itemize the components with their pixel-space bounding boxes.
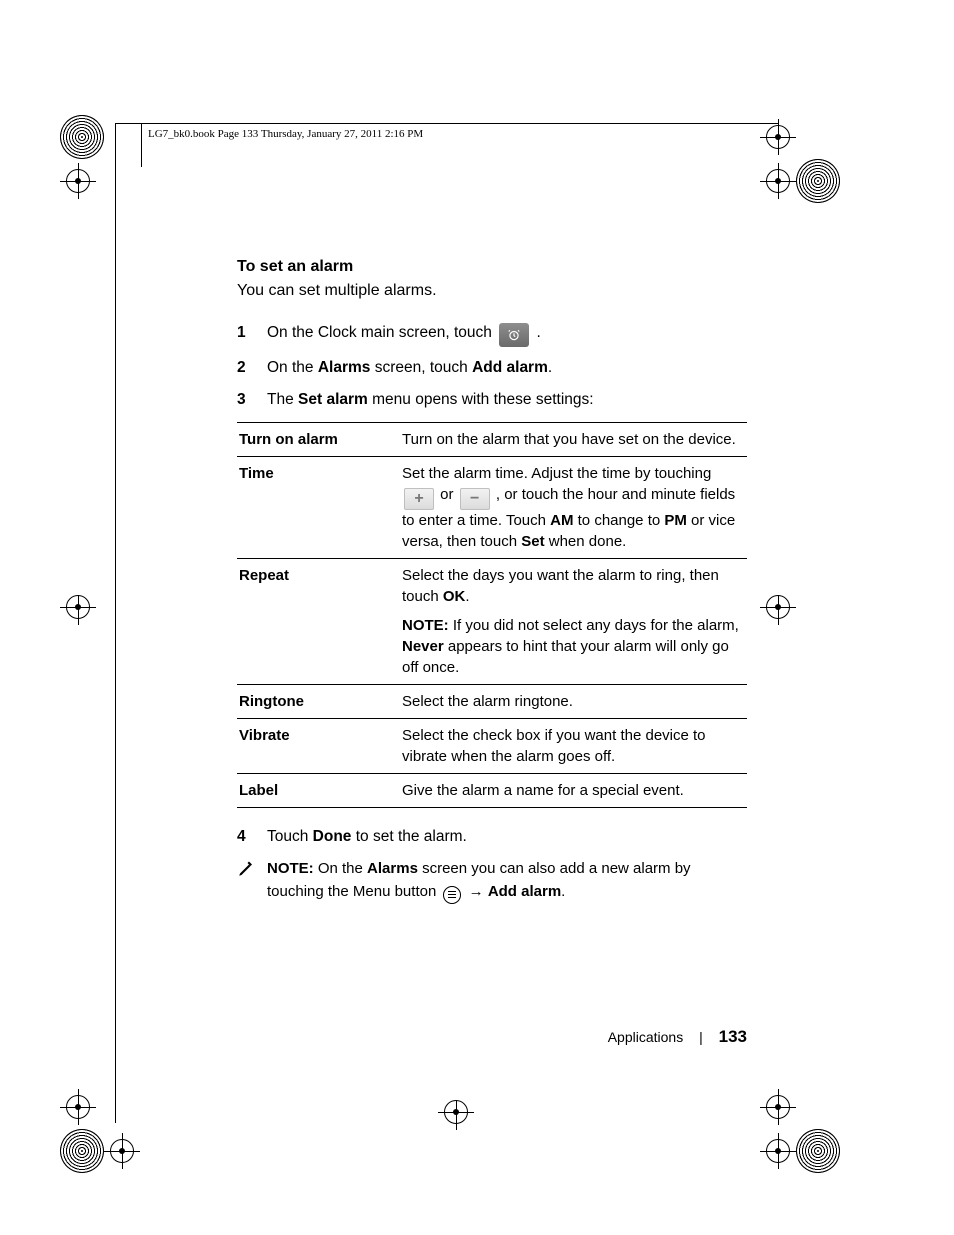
minus-icon: −	[460, 488, 490, 510]
step-text-bold: Add alarm	[472, 359, 548, 376]
header-rule	[115, 123, 779, 124]
step-text: screen, touch	[370, 359, 472, 376]
setting-label: Time	[237, 456, 400, 558]
setting-text: when done.	[545, 533, 627, 550]
crop-mark	[60, 1085, 140, 1173]
step-text-bold: Done	[313, 828, 352, 845]
note-text-bold: Add alarm	[488, 883, 561, 900]
setting-label: Vibrate	[237, 718, 400, 773]
setting-desc: Select the check box if you want the dev…	[400, 718, 747, 773]
table-row: Repeat Select the days you want the alar…	[237, 558, 747, 684]
note-text: On the	[314, 860, 367, 877]
step-2: 2 On the Alarms screen, touch Add alarm.	[237, 357, 747, 379]
step-text: .	[536, 324, 540, 341]
note-text: appears to hint that your alarm will onl…	[402, 638, 729, 676]
step-4: 4 Touch Done to set the alarm.	[237, 826, 747, 848]
step-text: .	[548, 359, 552, 376]
crop-mark	[760, 595, 796, 629]
note-label: NOTE:	[267, 860, 314, 877]
footer-section: Applications	[608, 1029, 684, 1045]
note-text-bold: Never	[402, 638, 444, 655]
settings-table: Turn on alarm Turn on the alarm that you…	[237, 422, 747, 808]
table-row: Vibrate Select the check box if you want…	[237, 718, 747, 773]
note-block: NOTE: On the Alarms screen you can also …	[237, 858, 747, 904]
setting-text-bold: PM	[664, 512, 687, 529]
setting-label: Repeat	[237, 558, 400, 684]
setting-desc: Set the alarm time. Adjust the time by t…	[400, 456, 747, 558]
table-row: Turn on alarm Turn on the alarm that you…	[237, 422, 747, 456]
plus-icon: +	[404, 488, 434, 510]
setting-text: .	[465, 588, 469, 605]
arrow-icon: →	[469, 883, 488, 900]
setting-desc: Select the alarm ringtone.	[400, 684, 747, 718]
step-text: The	[267, 391, 298, 408]
pencil-note-icon	[237, 860, 255, 878]
step-1: 1 On the Clock main screen, touch .	[237, 322, 747, 347]
note-label: NOTE:	[402, 617, 449, 634]
step-text: to set the alarm.	[351, 828, 466, 845]
setting-label: Turn on alarm	[237, 422, 400, 456]
step-text: On the	[267, 359, 318, 376]
crop-mark	[60, 595, 96, 629]
section-intro: You can set multiple alarms.	[237, 282, 747, 300]
crop-mark	[760, 115, 840, 203]
step-3: 3 The Set alarm menu opens with these se…	[237, 389, 747, 411]
section-heading: To set an alarm	[237, 258, 747, 276]
step-number: 1	[237, 322, 246, 344]
crop-mark	[438, 1100, 474, 1134]
crop-mark	[760, 1085, 840, 1173]
alarm-clock-icon	[499, 323, 529, 347]
step-text: Touch	[267, 828, 313, 845]
setting-desc: Select the days you want the alarm to ri…	[400, 558, 747, 684]
page-footer: Applications | 133	[237, 1027, 747, 1047]
menu-button-icon	[443, 886, 461, 904]
note-text-bold: Alarms	[367, 860, 418, 877]
frame-line	[115, 123, 116, 1123]
note-text: If you did not select any days for the a…	[449, 617, 739, 634]
note-text: .	[561, 883, 565, 900]
setting-text-bold: OK	[443, 588, 466, 605]
setting-label: Ringtone	[237, 684, 400, 718]
setting-text: or	[440, 486, 458, 503]
step-number: 2	[237, 357, 246, 379]
page-number: 133	[719, 1027, 747, 1046]
step-number: 4	[237, 826, 246, 848]
setting-text: to change to	[573, 512, 664, 529]
step-text: menu opens with these settings:	[368, 391, 594, 408]
table-row: Ringtone Select the alarm ringtone.	[237, 684, 747, 718]
step-text-bold: Set alarm	[298, 391, 368, 408]
running-head: LG7_bk0.book Page 133 Thursday, January …	[148, 128, 423, 140]
crop-mark	[60, 115, 104, 203]
step-number: 3	[237, 389, 246, 411]
setting-text-bold: Set	[521, 533, 544, 550]
setting-desc: Turn on the alarm that you have set on t…	[400, 422, 747, 456]
table-row: Label Give the alarm a name for a specia…	[237, 773, 747, 807]
step-text: On the Clock main screen, touch	[267, 324, 496, 341]
step-text-bold: Alarms	[318, 359, 371, 376]
table-row: Time Set the alarm time. Adjust the time…	[237, 456, 747, 558]
setting-label: Label	[237, 773, 400, 807]
footer-separator: |	[699, 1029, 703, 1045]
frame-line	[141, 123, 142, 167]
setting-text-bold: AM	[550, 512, 573, 529]
setting-desc: Give the alarm a name for a special even…	[400, 773, 747, 807]
setting-text: Set the alarm time. Adjust the time by t…	[402, 465, 711, 482]
